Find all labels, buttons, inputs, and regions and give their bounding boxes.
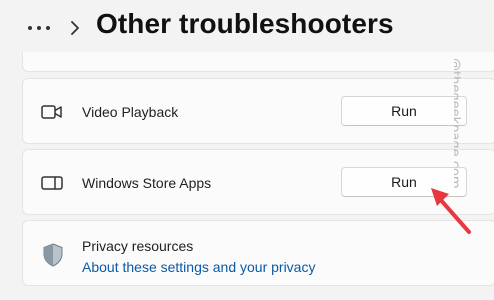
row-label-windows-store-apps: Windows Store Apps [82, 175, 212, 191]
page-header: Other troubleshooters [0, 0, 494, 58]
page-title: Other troubleshooters [96, 8, 394, 39]
run-video-playback-button[interactable]: Run [341, 96, 467, 126]
more-options-button[interactable] [22, 14, 56, 42]
row-label-video-playback: Video Playback [82, 104, 179, 120]
breadcrumb-separator [64, 16, 86, 40]
more-dots-icon [28, 26, 50, 30]
watermark: @thegeekpage.com [454, 58, 494, 218]
troubleshooter-row-windows-store-apps: Windows Store Apps Run [22, 149, 494, 215]
privacy-settings-link[interactable]: About these settings and your privacy [82, 259, 315, 275]
privacy-resources-card: Privacy resources About these settings a… [22, 220, 494, 286]
chevron-right-icon [71, 21, 79, 35]
run-windows-store-apps-button[interactable]: Run [341, 167, 467, 197]
store-apps-icon [41, 173, 63, 193]
watermark-text: @thegeekpage.com [454, 58, 462, 189]
troubleshooter-row-video-playback: Video Playback Run [22, 78, 494, 144]
video-camera-icon [41, 102, 63, 122]
shield-icon [41, 243, 65, 267]
privacy-resources-title: Privacy resources [82, 238, 194, 254]
previous-card-bottom [22, 52, 494, 72]
